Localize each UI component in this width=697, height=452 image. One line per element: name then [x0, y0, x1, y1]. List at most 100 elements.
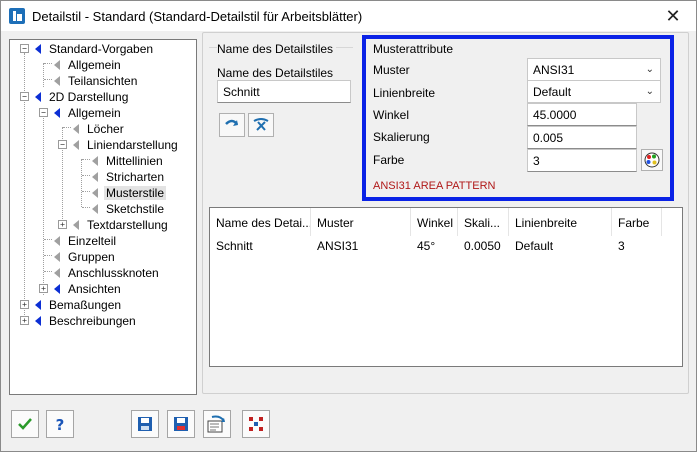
tree-item-allgemein[interactable]: Allgemein	[54, 57, 123, 73]
tree-item-ansichten[interactable]: Ansichten	[54, 281, 123, 297]
muster-select[interactable]: ANSI31 ⌄	[527, 58, 661, 81]
node-marker-icon	[54, 76, 60, 86]
checkmark-icon	[18, 418, 32, 430]
node-marker-icon	[54, 236, 60, 246]
column-header-name[interactable]: Name des Detai...	[210, 208, 311, 236]
collapse-toggle-icon[interactable]: −	[20, 44, 29, 53]
close-button[interactable]: ✕	[650, 1, 696, 31]
import-button[interactable]	[203, 410, 231, 438]
column-header-skalierung[interactable]: Skali...	[458, 208, 509, 236]
node-marker-icon	[35, 44, 41, 54]
cell-winkel: 45°	[417, 239, 436, 253]
cursor-pick-icon	[253, 118, 269, 131]
node-marker-icon	[54, 60, 60, 70]
winkel-label: Winkel	[373, 108, 410, 122]
pattern-description: ANSI31 AREA PATTERN	[373, 180, 496, 192]
tree-item-stricharten[interactable]: Stricharten	[92, 169, 166, 185]
apply-name-button[interactable]	[219, 113, 245, 137]
tree-item-allgemein-2d[interactable]: Allgemein	[54, 105, 123, 121]
linienbreite-select[interactable]: Default ⌄	[527, 80, 661, 103]
collapse-toggle-icon[interactable]: −	[20, 92, 29, 101]
node-marker-icon	[35, 92, 41, 102]
cell-farbe: 3	[618, 239, 625, 253]
node-marker-icon	[54, 108, 60, 118]
cell-skalierung: 0.0050	[464, 239, 501, 253]
save-icon	[138, 417, 152, 431]
expand-toggle-icon[interactable]: +	[58, 220, 67, 229]
node-marker-icon	[73, 220, 79, 230]
import-icon	[207, 415, 225, 433]
color-palette-icon	[644, 152, 660, 168]
node-marker-icon	[73, 124, 79, 134]
color-picker-button[interactable]	[641, 149, 663, 171]
tree-item-sketchstile[interactable]: Sketchstile	[92, 201, 166, 217]
style-tree[interactable]: − − − − + + + + Standard-Vorgaben Allgem…	[9, 39, 197, 395]
node-marker-icon	[92, 188, 98, 198]
app-icon	[9, 8, 25, 24]
linienbreite-value: Default	[533, 85, 572, 99]
help-button[interactable]: ?	[46, 410, 74, 438]
pattern-table[interactable]: Name des Detai... Muster Winkel Skali...…	[209, 207, 683, 367]
tree-item-gruppen[interactable]: Gruppen	[54, 249, 117, 265]
tree-item-teilansichten[interactable]: Teilansichten	[54, 73, 139, 89]
node-marker-icon	[35, 316, 41, 326]
expand-toggle-icon[interactable]: +	[39, 284, 48, 293]
column-header-muster[interactable]: Muster	[311, 208, 411, 236]
cell-muster: ANSI31	[317, 239, 359, 253]
pick-style-button[interactable]	[248, 113, 274, 137]
node-marker-icon	[92, 204, 98, 214]
collapse-toggle-icon[interactable]: −	[58, 140, 67, 149]
tree-item-mittellinien[interactable]: Mittellinien	[92, 153, 165, 169]
chevron-down-icon: ⌄	[645, 86, 654, 97]
node-marker-icon	[73, 140, 79, 150]
tree-item-musterstile[interactable]: Musterstile	[92, 185, 167, 201]
tree-item-standard-vorgaben[interactable]: Standard-Vorgaben	[35, 41, 155, 57]
node-marker-icon	[92, 172, 98, 182]
tree-item-einzelteil[interactable]: Einzelteil	[54, 233, 118, 249]
save-button[interactable]	[131, 410, 159, 438]
node-marker-icon	[54, 268, 60, 278]
column-header-winkel[interactable]: Winkel	[411, 208, 458, 236]
pattern-group-title: Musterattribute	[373, 42, 457, 56]
save-as-icon	[174, 417, 188, 431]
tree-item-2d-darstellung[interactable]: 2D Darstellung	[35, 89, 130, 105]
tree-item-textdarstellung[interactable]: Textdarstellung	[73, 217, 170, 233]
collapse-toggle-icon[interactable]: −	[39, 108, 48, 117]
save-as-button[interactable]	[167, 410, 195, 438]
tree-item-loecher[interactable]: Löcher	[73, 121, 126, 137]
tree-item-anschlussknoten[interactable]: Anschlussknoten	[54, 265, 161, 281]
name-field-label: Name des Detailstiles	[217, 66, 334, 80]
farbe-field[interactable]: 3	[527, 149, 637, 172]
ok-button[interactable]	[11, 410, 39, 438]
grid-icon	[249, 417, 263, 431]
chevron-down-icon: ⌄	[645, 64, 654, 75]
cell-linienbreite: Default	[515, 239, 554, 253]
muster-value: ANSI31	[533, 63, 575, 77]
tree-item-bemassungen[interactable]: Bemaßungen	[35, 297, 123, 313]
title-bar: Detailstil - Standard (Standard-Detailst…	[1, 1, 696, 31]
node-marker-icon	[54, 284, 60, 294]
farbe-label: Farbe	[373, 153, 405, 167]
skalierung-field[interactable]: 0.005	[527, 126, 637, 149]
linienbreite-label: Linienbreite	[373, 86, 436, 100]
column-header-linienbreite[interactable]: Linienbreite	[509, 208, 612, 236]
expand-toggle-icon[interactable]: +	[20, 300, 29, 309]
node-marker-icon	[35, 300, 41, 310]
column-header-farbe[interactable]: Farbe	[612, 208, 662, 236]
name-group-title: Name des Detailstiles	[217, 42, 337, 56]
muster-label: Muster	[373, 63, 410, 77]
help-icon: ?	[56, 416, 65, 433]
expand-toggle-icon[interactable]: +	[20, 316, 29, 325]
redo-arrow-icon	[225, 119, 238, 126]
name-field[interactable]: Schnitt	[217, 80, 351, 103]
dialog-window: Detailstil - Standard (Standard-Detailst…	[0, 0, 697, 452]
grid-button[interactable]	[242, 410, 270, 438]
tree-item-liniendarstellung[interactable]: Liniendarstellung	[73, 137, 180, 153]
tree-item-beschreibungen[interactable]: Beschreibungen	[35, 313, 138, 329]
node-marker-icon	[92, 156, 98, 166]
node-marker-icon	[54, 252, 60, 262]
cell-name: Schnitt	[216, 239, 253, 253]
winkel-field[interactable]: 45.0000	[527, 103, 637, 126]
skalierung-label: Skalierung	[373, 130, 430, 144]
svg-text:?: ?	[56, 416, 65, 433]
